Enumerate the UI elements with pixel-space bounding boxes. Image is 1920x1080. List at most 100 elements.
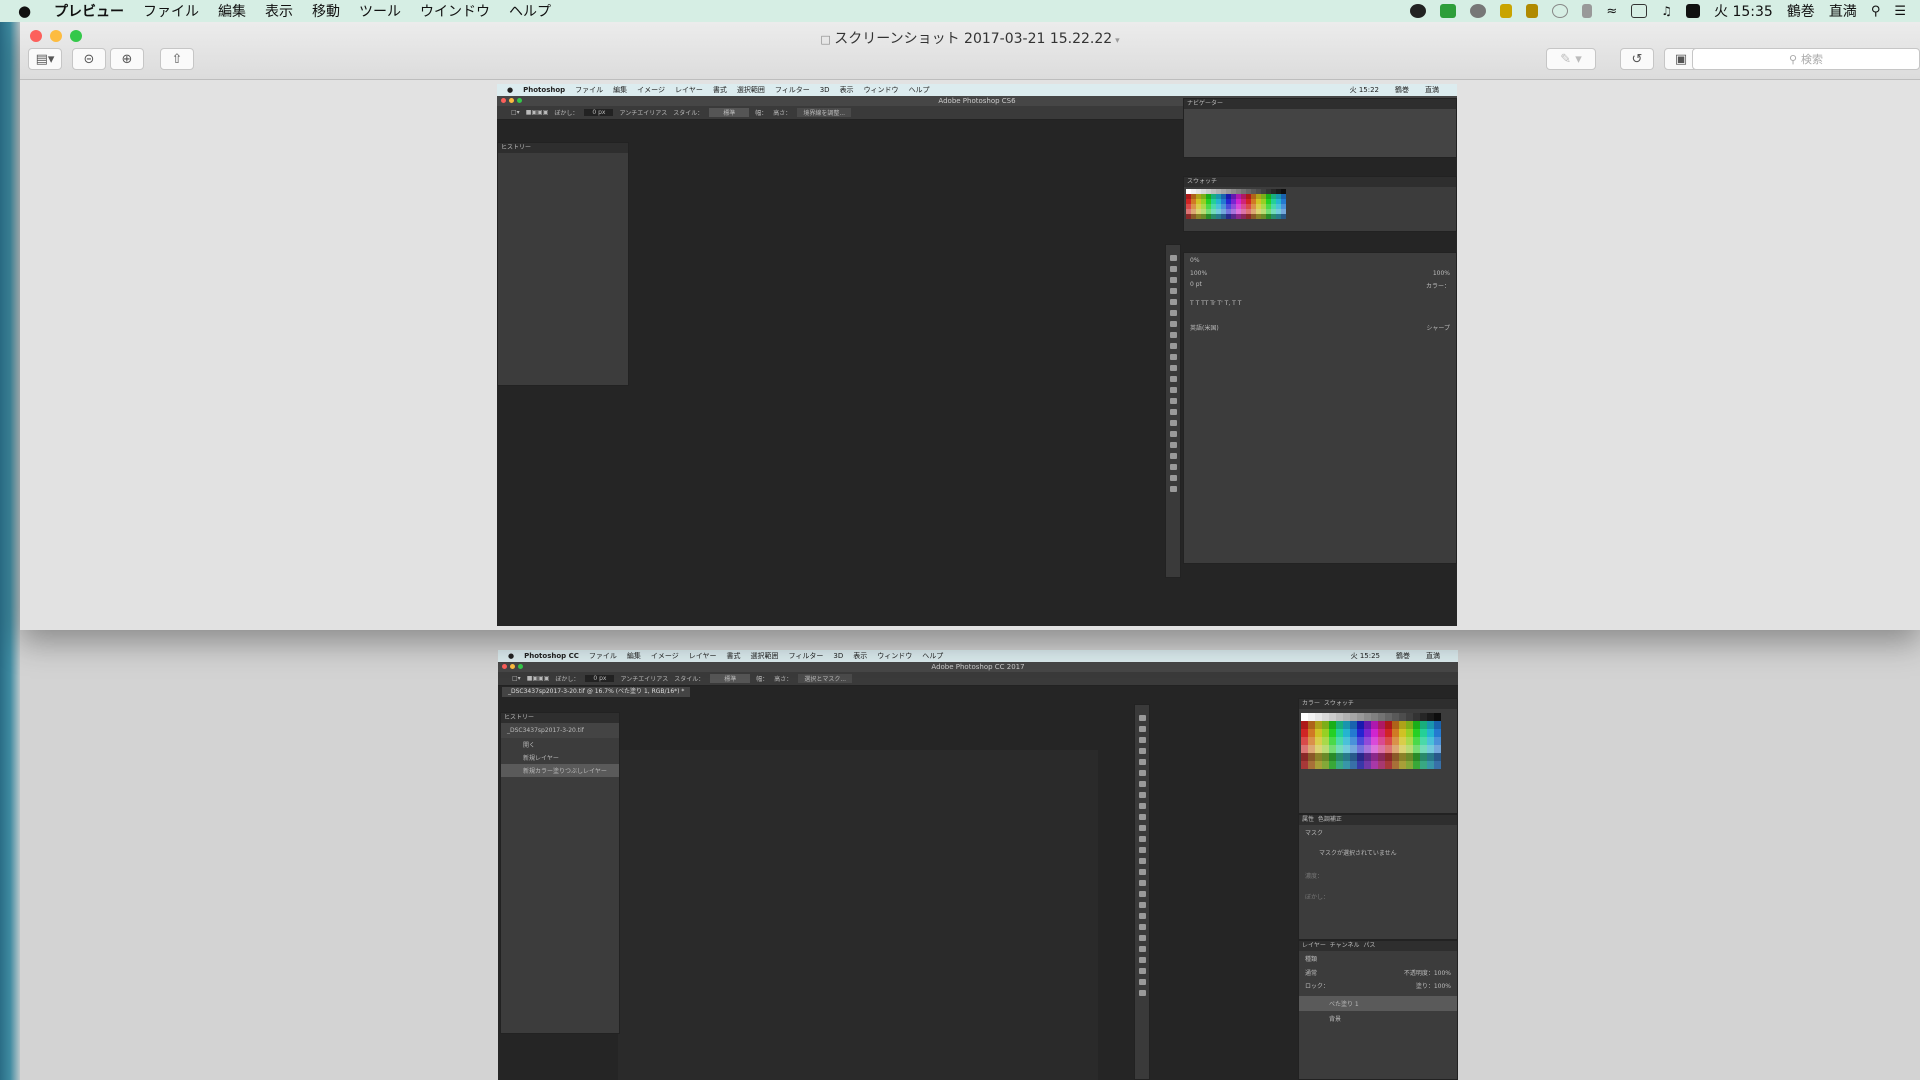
cc-history-item: 開く: [523, 742, 536, 749]
swatch-chip: [1357, 721, 1364, 729]
zoom-in-button[interactable]: ⊕: [110, 48, 144, 70]
cs6-refine-edge: 境界線を調整...: [797, 108, 852, 117]
swatch-chip: [1420, 745, 1427, 753]
cs6-history-panel: ヒストリー: [497, 142, 629, 386]
swatch-chip: [1301, 753, 1308, 761]
swatch-chip: [1364, 761, 1371, 769]
sync-icon[interactable]: [1470, 4, 1487, 18]
share-button[interactable]: ⇧: [160, 48, 194, 70]
menu-file[interactable]: ファイル: [143, 1, 199, 21]
swatch-chip: [1322, 737, 1329, 745]
swatch-chip: [1364, 737, 1371, 745]
volume-icon[interactable]: ♫: [1661, 4, 1672, 18]
swatch-chip: [1343, 729, 1350, 737]
cc-marquee-icon: □▾: [512, 675, 521, 682]
sidebar-toggle-button[interactable]: ▤▾: [28, 48, 62, 70]
cc-menu-3d: 3D: [833, 652, 844, 660]
menu-view[interactable]: 表示: [265, 1, 293, 21]
menu-go[interactable]: 移動: [312, 1, 340, 21]
swatch-chip: [1308, 737, 1315, 745]
cc-lock-label: ロック：: [1305, 983, 1330, 990]
sidebar-icon: ▤▾: [35, 51, 55, 67]
menu-help[interactable]: ヘルプ: [509, 1, 551, 21]
notification-center-icon[interactable]: ☰: [1894, 4, 1906, 19]
spotlight-search-icon[interactable]: ⚲: [1871, 4, 1881, 19]
cc-filter-kind: 種類: [1305, 956, 1318, 963]
swatch-chip: [1427, 721, 1434, 729]
cs6-input: 鶴巻: [1395, 86, 1409, 94]
cc-history-title: ヒストリー: [501, 713, 619, 723]
chevron-down-icon[interactable]: ▾: [1112, 36, 1120, 46]
cc-select-mask: 選択とマスク...: [798, 674, 853, 683]
airplay-icon[interactable]: [1631, 4, 1648, 18]
search-placeholder: 検索: [1801, 53, 1824, 66]
swatch-chip: [1413, 745, 1420, 753]
swatch-chip: [1371, 745, 1378, 753]
rotate-button[interactable]: ↺: [1620, 48, 1654, 70]
preview-titlebar: □ スクリーンショット 2017-03-21 15.22.22 ▾ ▤▾ ⊝ ⊕…: [20, 22, 1920, 80]
swatch-chip: [1281, 214, 1286, 219]
cs6-character-panel: 0% 100% 100% 0 pt カラー： T T TT Tr T' T, T T…: [1183, 252, 1457, 564]
cs6-antialias-method: シャープ: [1426, 325, 1450, 332]
swatch-chip: [1434, 713, 1441, 721]
creative-cloud-icon[interactable]: [1410, 4, 1427, 18]
cs6-width-label: 幅：: [755, 110, 768, 117]
swatch-chip: [1420, 761, 1427, 769]
cc-clock: 火 15:25: [1350, 652, 1380, 660]
swatch-chip: [1427, 761, 1434, 769]
swatch-chip: [1378, 721, 1385, 729]
bluetooth-icon[interactable]: [1582, 4, 1593, 18]
cc-opacity-value: 100%: [1433, 970, 1451, 977]
swatch-chip: [1350, 721, 1357, 729]
swatch-chip: [1385, 713, 1392, 721]
swatch-chip: [1385, 721, 1392, 729]
swatch-chip: [1315, 753, 1322, 761]
cs6-menu-view: 表示: [839, 86, 854, 94]
cc-options-bar: □▾ ■▣▣▣ ぼかし： 0 px アンチエイリアス スタイル： 標準 幅： 高…: [498, 672, 1458, 686]
window-title[interactable]: スクリーンショット 2017-03-21 15.22.22: [834, 31, 1112, 47]
zoom-out-button[interactable]: ⊝: [72, 48, 106, 70]
clock[interactable]: 火 15:35: [1714, 1, 1773, 21]
cc-blend-mode: 通常: [1305, 970, 1318, 977]
input-method-icon[interactable]: [1686, 4, 1701, 18]
vlc-icon[interactable]: [1526, 4, 1539, 18]
cc-history-snapshot: _DSC3437sp2017-3-20.tif: [501, 723, 619, 738]
swatch-chip: [1406, 713, 1413, 721]
cc-menu-view: 表示: [853, 652, 868, 660]
wifi-icon[interactable]: ≈: [1606, 4, 1617, 19]
swatch-chip: [1434, 721, 1441, 729]
notification-icon[interactable]: [1500, 4, 1513, 18]
user-name[interactable]: 直満: [1829, 1, 1857, 21]
cc-width-label: 幅：: [756, 676, 769, 683]
swatch-chip: [1336, 745, 1343, 753]
input-source-label[interactable]: 鶴巻: [1787, 1, 1815, 21]
menu-tools[interactable]: ツール: [359, 1, 401, 21]
cc-history-panel: ヒストリー _DSC3437sp2017-3-20.tif 開く 新規レイヤー …: [500, 712, 620, 1034]
cs6-hscale: 100%: [1432, 270, 1450, 277]
cs6-menu-filter: フィルター: [774, 86, 810, 94]
swatch-chip: [1350, 745, 1357, 753]
menu-app-preview[interactable]: プレビュー: [54, 1, 124, 21]
search-field[interactable]: ⚲ 検索: [1692, 48, 1920, 70]
menu-edit[interactable]: 編集: [218, 1, 246, 21]
cc-swatches-panel: カラー スウォッチ: [1298, 698, 1458, 814]
cs6-selection-mode-icons: ■▣▣▣: [525, 109, 549, 116]
swatch-chip: [1434, 753, 1441, 761]
time-machine-icon[interactable]: [1552, 4, 1569, 18]
menu-window[interactable]: ウインドウ: [420, 1, 490, 21]
swatch-chip: [1329, 721, 1336, 729]
cc-window-title: Adobe Photoshop CC 2017: [931, 663, 1025, 671]
cc-mask-label: マスク: [1305, 830, 1324, 837]
swatch-chip: [1413, 761, 1420, 769]
swatch-chip: [1329, 729, 1336, 737]
markup-button[interactable]: ✎ ▾: [1546, 48, 1596, 70]
flag-icon[interactable]: [1440, 4, 1457, 18]
cc-input: 鶴巻: [1396, 652, 1410, 660]
swatch-chip: [1434, 745, 1441, 753]
swatch-chip: [1406, 753, 1413, 761]
zoom-out-icon: ⊝: [83, 51, 95, 67]
swatch-chip: [1413, 713, 1420, 721]
cc-feather-label: ぼかし：: [555, 676, 580, 683]
apple-menu-icon[interactable]: ●: [18, 2, 40, 20]
cs6-menu-app: Photoshop: [523, 86, 566, 94]
